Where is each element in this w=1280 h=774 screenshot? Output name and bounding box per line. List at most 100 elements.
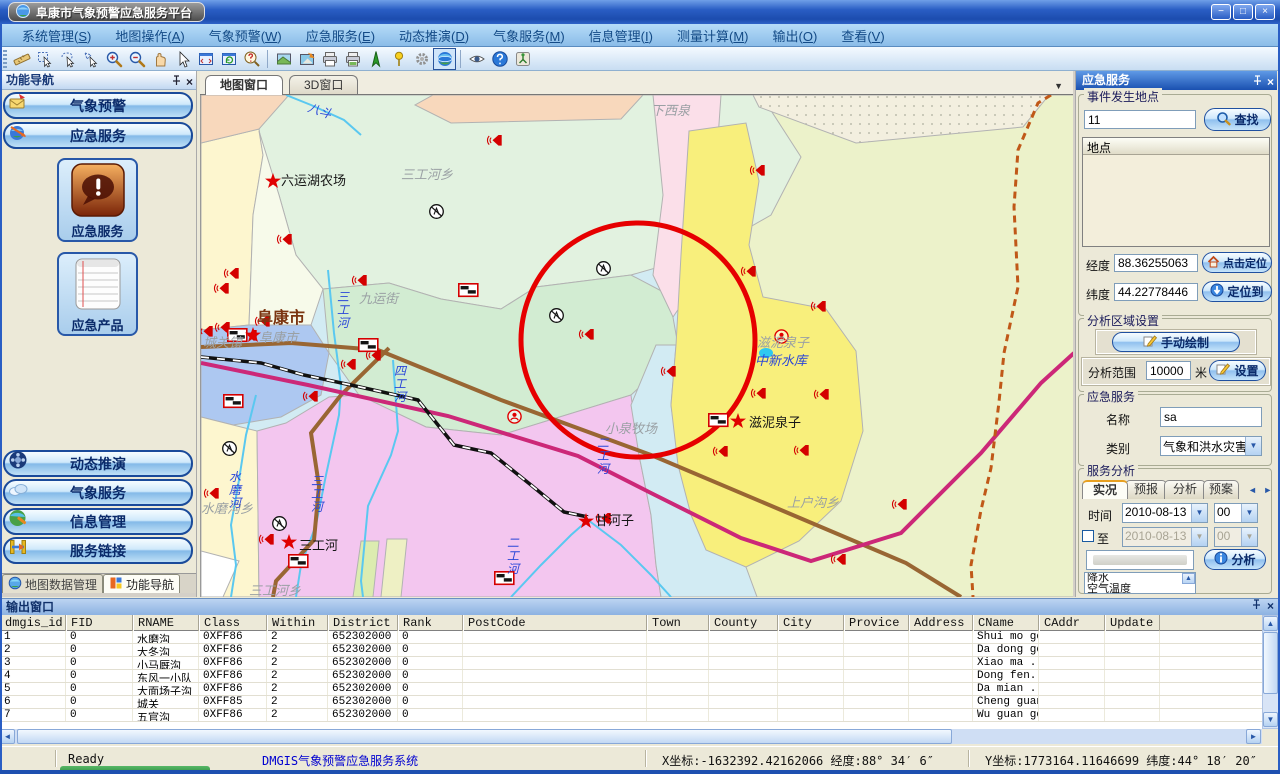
measure-icon[interactable] bbox=[10, 48, 33, 70]
location-list-header[interactable]: 地点 bbox=[1083, 138, 1269, 155]
sidebar-item-应急服务[interactable]: 应急服务 bbox=[3, 122, 193, 149]
column-header-City[interactable]: City bbox=[778, 615, 844, 631]
menu-应急服务[interactable]: 应急服务(E) bbox=[294, 24, 387, 47]
pin-icon[interactable] bbox=[1253, 73, 1262, 91]
horizontal-scrollbar[interactable]: ◄ ► bbox=[0, 729, 1262, 744]
identify-icon[interactable] bbox=[240, 48, 263, 70]
globe-3d-icon[interactable] bbox=[433, 48, 456, 70]
scroll-left-icon[interactable]: ◄ bbox=[0, 729, 15, 744]
close-panel-icon[interactable]: × bbox=[186, 73, 193, 91]
column-header-Provice[interactable]: Provice bbox=[844, 615, 909, 631]
sidebar-item-气象服务[interactable]: 气象服务 bbox=[3, 479, 193, 506]
tab-地图窗口[interactable]: 地图窗口 bbox=[205, 75, 283, 95]
select-lasso-icon[interactable] bbox=[56, 48, 79, 70]
map-tab-dropdown-icon[interactable]: ▼ bbox=[1054, 81, 1063, 91]
full-extent-icon[interactable] bbox=[194, 48, 217, 70]
table-row[interactable]: 20大冬沟0XFF8626523020000Da dong gou bbox=[0, 644, 1262, 657]
tab-地图数据管理[interactable]: 地图数据管理 bbox=[2, 574, 103, 593]
column-header-dmgis_id[interactable]: dmgis_id bbox=[0, 615, 66, 631]
output-table[interactable]: 10水磨沟0XFF8626523020000Shui mo gou20大冬沟0X… bbox=[0, 631, 1262, 729]
scroll-down-icon[interactable]: ▼ bbox=[1263, 712, 1278, 727]
manual-draw-button[interactable]: 手动绘制 bbox=[1112, 332, 1240, 352]
column-header-District[interactable]: District bbox=[328, 615, 398, 631]
menu-输出[interactable]: 输出(O) bbox=[761, 24, 830, 47]
map-canvas[interactable]: 八斗六运湖农场三工河乡下西泉九运街阜康市阜康市城关镇滋泥泉子中新水库滋泥泉子小泉… bbox=[200, 95, 1073, 597]
menu-气象预警[interactable]: 气象预警(W) bbox=[197, 24, 294, 47]
table-row[interactable]: 30小马厩沟0XFF8626523020000Xiao ma ... bbox=[0, 657, 1262, 670]
maximize-button[interactable]: □ bbox=[1233, 4, 1253, 20]
location-list[interactable]: 地点 bbox=[1082, 137, 1270, 247]
toolbar-grip[interactable] bbox=[3, 50, 7, 68]
element-listbox[interactable]: 降水空气温度 ▲ bbox=[1084, 572, 1196, 594]
minimize-button[interactable]: − bbox=[1211, 4, 1231, 20]
close-panel-icon[interactable]: × bbox=[1267, 73, 1274, 91]
range-input[interactable] bbox=[1146, 361, 1191, 380]
column-header-CName[interactable]: CName bbox=[973, 615, 1039, 631]
tab-scroll-icons[interactable]: ◄ ► bbox=[1248, 485, 1274, 495]
table-row[interactable]: 60城关0XFF8526523020000Cheng guan bbox=[0, 696, 1262, 709]
pin-icon[interactable] bbox=[1252, 599, 1261, 613]
scroll-right-icon[interactable]: ► bbox=[1246, 729, 1261, 744]
scroll-up-icon[interactable]: ▲ bbox=[1263, 616, 1278, 631]
map-svg[interactable]: 八斗六运湖农场三工河乡下西泉九运街阜康市阜康市城关镇滋泥泉子中新水库滋泥泉子小泉… bbox=[201, 95, 1074, 597]
settings-icon[interactable] bbox=[410, 48, 433, 70]
element-preview-box[interactable] bbox=[1086, 550, 1194, 570]
list-item[interactable]: 空气温度 bbox=[1085, 584, 1182, 594]
column-header-RNAME[interactable]: RNAME bbox=[133, 615, 199, 631]
sidebar-item-气象预警[interactable]: 气象预警 bbox=[3, 92, 193, 119]
scroll-up-icon[interactable]: ▲ bbox=[1182, 573, 1195, 584]
north-arrow-icon[interactable] bbox=[364, 48, 387, 70]
print-icon[interactable] bbox=[318, 48, 341, 70]
column-header-Within[interactable]: Within bbox=[267, 615, 328, 631]
export-map-icon[interactable] bbox=[295, 48, 318, 70]
menu-信息管理[interactable]: 信息管理(I) bbox=[577, 24, 665, 47]
column-header-County[interactable]: County bbox=[709, 615, 778, 631]
sidebar-item-信息管理[interactable]: 信息管理 bbox=[3, 508, 193, 535]
table-row[interactable]: 10水磨沟0XFF8626523020000Shui mo gou bbox=[0, 631, 1262, 644]
pointer-icon[interactable] bbox=[171, 48, 194, 70]
scrollbar-thumb[interactable] bbox=[17, 729, 952, 744]
tab-功能导航[interactable]: 功能导航 bbox=[103, 574, 180, 593]
chevron-down-icon[interactable]: ▼ bbox=[1241, 504, 1257, 522]
menu-地图操作[interactable]: 地图操作(A) bbox=[103, 24, 196, 47]
service-type-combo[interactable]: 气象和洪水灾害▼ bbox=[1160, 436, 1262, 456]
column-header-Address[interactable]: Address bbox=[909, 615, 973, 631]
close-panel-icon[interactable]: × bbox=[1267, 599, 1274, 613]
pin-icon[interactable] bbox=[172, 73, 181, 91]
tab-分析[interactable]: 分析 bbox=[1164, 480, 1206, 499]
sidebar-item-动态推演[interactable]: 动态推演 bbox=[3, 450, 193, 477]
table-row[interactable]: 40东风一小队0XFF8626523020000Dong fen... bbox=[0, 670, 1262, 683]
shortcut-应急产品[interactable]: 应急产品 bbox=[57, 252, 138, 336]
table-row[interactable]: 70五官沟0XFF8626523020000Wu guan gou bbox=[0, 709, 1262, 722]
column-header-Rank[interactable]: Rank bbox=[398, 615, 463, 631]
analyze-button[interactable]: 分析 bbox=[1204, 549, 1266, 570]
sidebar-item-服务链接[interactable]: 服务链接 bbox=[3, 537, 193, 564]
set-range-button[interactable]: 设置 bbox=[1209, 360, 1266, 381]
shortcut-应急服务[interactable]: 应急服务 bbox=[57, 158, 138, 242]
close-button[interactable]: × bbox=[1255, 4, 1275, 20]
column-header-Class[interactable]: Class bbox=[199, 615, 267, 631]
hour-combo[interactable]: 00▼ bbox=[1214, 503, 1258, 523]
vertical-scrollbar[interactable]: ▲ ▼ bbox=[1262, 615, 1279, 729]
help-icon[interactable] bbox=[488, 48, 511, 70]
chevron-down-icon[interactable]: ▼ bbox=[1245, 437, 1261, 455]
column-header-Town[interactable]: Town bbox=[647, 615, 709, 631]
longitude-input[interactable] bbox=[1114, 254, 1198, 272]
menu-气象服务[interactable]: 气象服务(M) bbox=[481, 24, 577, 47]
to-checkbox[interactable] bbox=[1082, 530, 1094, 542]
column-header-PostCode[interactable]: PostCode bbox=[463, 615, 647, 631]
zoom-in-icon[interactable] bbox=[102, 48, 125, 70]
pin-icon[interactable] bbox=[387, 48, 410, 70]
print-map-icon[interactable] bbox=[341, 48, 364, 70]
table-row[interactable]: 50大面场子沟0XFF8626523020000Da mian ... bbox=[0, 683, 1262, 696]
tab-实况[interactable]: 实况 bbox=[1082, 480, 1128, 499]
column-header-CAddr[interactable]: CAddr bbox=[1039, 615, 1105, 631]
select-rect-icon[interactable] bbox=[33, 48, 56, 70]
tab-预报[interactable]: 预报 bbox=[1125, 480, 1167, 499]
tab-3D窗口[interactable]: 3D窗口 bbox=[289, 75, 358, 95]
overview-map-icon[interactable] bbox=[272, 48, 295, 70]
latitude-input[interactable] bbox=[1114, 283, 1198, 301]
visibility-icon[interactable] bbox=[465, 48, 488, 70]
menu-查看[interactable]: 查看(V) bbox=[829, 24, 896, 47]
tab-预案[interactable]: 预案 bbox=[1203, 480, 1239, 499]
